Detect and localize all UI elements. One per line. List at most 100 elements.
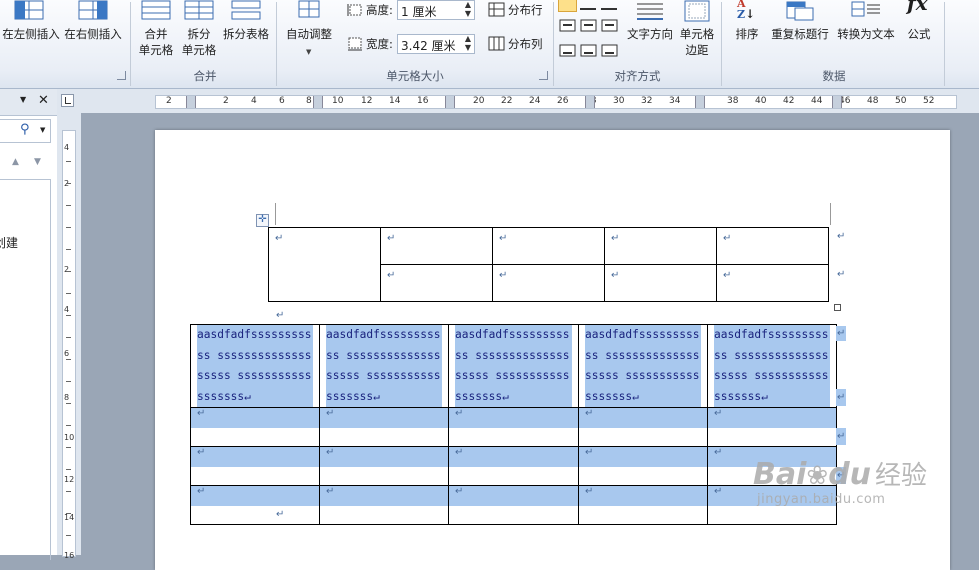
table-move-handle-icon[interactable]: ✛	[256, 214, 269, 227]
chevron-down-icon[interactable]: ▼	[40, 126, 45, 134]
table-cell[interactable]: ↵	[604, 264, 717, 302]
convert-to-text-button[interactable]: 转换为文本	[834, 0, 898, 62]
table-cell[interactable]: aasdfadfsssssssssss sssssssssssssssssss …	[319, 324, 449, 408]
table-cell[interactable]: ↵	[716, 227, 829, 265]
table-cell[interactable]: ↵	[492, 227, 605, 265]
align-bottom-center-icon[interactable]	[580, 44, 598, 58]
table-cell[interactable]: ↵	[190, 485, 320, 525]
table-cell[interactable]: ↵	[190, 407, 320, 447]
table-cell[interactable]: ↵	[578, 446, 708, 486]
sort-button[interactable]: A Z↓ 排序	[729, 0, 765, 62]
table-cell[interactable]: ↵	[319, 485, 449, 525]
autofit-button[interactable]: 自动调整 ▼	[282, 0, 336, 62]
rows-cols-dialog-launcher[interactable]	[117, 71, 126, 80]
ruler-number: 26	[557, 96, 569, 106]
search-icon[interactable]: ⚲	[20, 122, 30, 137]
table-cell[interactable]: ↵	[268, 227, 381, 302]
repeat-header-button[interactable]: 重复标题行	[768, 0, 832, 62]
spin-icon[interactable]: ▲ ▼	[465, 34, 471, 52]
search-box[interactable]: ⚲ ▼	[0, 119, 51, 143]
table-cell[interactable]: ↵	[578, 407, 708, 447]
cell-size-dialog-launcher[interactable]	[539, 71, 548, 80]
distribute-cols-button[interactable]: 分布列	[486, 35, 548, 53]
align-middle-right-icon[interactable]	[601, 19, 619, 33]
table-cell[interactable]: ↵	[190, 446, 320, 486]
column-marker[interactable]	[695, 96, 705, 108]
close-icon[interactable]: ✕	[38, 93, 49, 108]
nav-down-icon[interactable]: ▼	[34, 157, 41, 167]
ruler-number: 12	[64, 475, 75, 484]
table-cell[interactable]: aasdfadfsssssssssss sssssssssssssssssss …	[448, 324, 579, 408]
ruler-number: 2	[64, 265, 70, 274]
split-cells-label-1: 拆分	[187, 27, 211, 41]
ruler-number: 30	[613, 96, 625, 106]
ruler-number: 2	[223, 96, 229, 106]
table-cell[interactable]: ↵	[448, 407, 579, 447]
table-cell[interactable]: ↵	[578, 485, 708, 525]
merge-cells-button[interactable]: 合并 单元格	[136, 0, 176, 62]
table-cell[interactable]: ↵	[716, 264, 829, 302]
pane-item-text[interactable]: 创建	[0, 234, 18, 251]
split-cells-button[interactable]: 拆分 单元格	[179, 0, 219, 62]
align-bottom-left-icon[interactable]	[559, 44, 577, 58]
height-field[interactable]: 1 厘米 ▲ ▼	[397, 0, 475, 20]
chevron-down-icon: ▼	[306, 48, 312, 56]
column-marker[interactable]	[585, 96, 595, 108]
table-cell[interactable]: ↵	[380, 264, 493, 302]
align-top-right-button[interactable]	[601, 0, 617, 10]
table-cell[interactable]: aasdfadfsssssssssss sssssssssssssssssss …	[190, 324, 320, 408]
cell-text: aasdfadfsssssssssss sssssssssssssssssss …	[197, 325, 313, 407]
ruler-tick	[66, 161, 71, 162]
table-cell[interactable]: ↵	[707, 407, 837, 447]
align-top-left-button[interactable]	[558, 0, 577, 12]
ruler-tick	[66, 513, 71, 514]
vertical-ruler[interactable]: 42246810121416	[62, 130, 76, 560]
end-of-row-mark: ↵	[836, 428, 847, 445]
table-2[interactable]: aasdfadfsssssssssss sssssssssssssssssss …	[190, 324, 837, 525]
tab-selector[interactable]	[61, 94, 74, 107]
insert-left-button[interactable]: 在左侧插入	[0, 0, 60, 60]
cell-margins-icon	[684, 0, 710, 22]
repeat-header-label: 重复标题行	[771, 27, 829, 41]
align-top-center-button[interactable]	[580, 0, 596, 10]
table-cell[interactable]: ↵	[319, 407, 449, 447]
margin-marker	[275, 203, 276, 225]
split-table-button[interactable]: 拆分表格	[220, 0, 272, 62]
ruler-number: 14	[389, 96, 401, 106]
column-marker[interactable]	[313, 96, 323, 108]
cell-text: aasdfadfsssssssssss sssssssssssssssssss …	[455, 325, 572, 407]
table-cell[interactable]: ↵	[448, 446, 579, 486]
horizontal-ruler[interactable]: 2246810121416202224262830323438404244464…	[155, 95, 957, 109]
distribute-cols-label: 分布列	[508, 37, 543, 51]
document-page[interactable]: ✛ ↵ ↵ ↵ ↵ ↵ ↵ ↵ ↵ ↵ ↵ ↵ ↵ aasdfadfssssss…	[155, 130, 950, 570]
ruler-number: 42	[783, 96, 795, 106]
pane-header: ▼ ✕	[0, 89, 57, 116]
ruler-number: 20	[473, 96, 485, 106]
pane-menu-icon[interactable]: ▼	[20, 95, 26, 104]
align-middle-center-icon[interactable]	[580, 19, 598, 33]
table-resize-handle[interactable]	[834, 304, 841, 311]
table-cell[interactable]: aasdfadfsssssssssss sssssssssssssssssss …	[578, 324, 708, 408]
table-1[interactable]: ↵ ↵ ↵ ↵ ↵ ↵ ↵ ↵ ↵	[268, 227, 829, 302]
column-marker[interactable]	[832, 96, 842, 108]
spin-icon[interactable]: ▲ ▼	[465, 0, 471, 18]
formula-button[interactable]: fx 公式	[902, 0, 936, 62]
cell-margins-button[interactable]: 单元格 边距	[676, 0, 718, 62]
table-cell[interactable]: aasdfadfsssssssssss sssssssssssssssssss …	[707, 324, 837, 408]
table-cell[interactable]: ↵	[604, 227, 717, 265]
text-direction-button[interactable]: 文字方向	[624, 0, 676, 62]
width-field[interactable]: 3.42 厘米 ▲ ▼	[397, 34, 475, 54]
distribute-rows-button[interactable]: 分布行	[486, 1, 548, 19]
table-cell[interactable]: ↵	[319, 446, 449, 486]
table-cell[interactable]: ↵	[380, 227, 493, 265]
column-marker[interactable]	[445, 96, 455, 108]
align-bottom-right-icon[interactable]	[601, 44, 619, 58]
insert-right-button[interactable]: 在右侧插入	[62, 0, 124, 60]
table-cell[interactable]: ↵	[492, 264, 605, 302]
nav-up-icon[interactable]: ▲	[12, 157, 19, 167]
align-middle-left-icon[interactable]	[559, 19, 577, 33]
table-cell[interactable]: ↵	[448, 485, 579, 525]
formula-label: 公式	[907, 27, 931, 41]
column-marker[interactable]	[186, 96, 196, 108]
ruler-number: 10	[64, 433, 75, 442]
